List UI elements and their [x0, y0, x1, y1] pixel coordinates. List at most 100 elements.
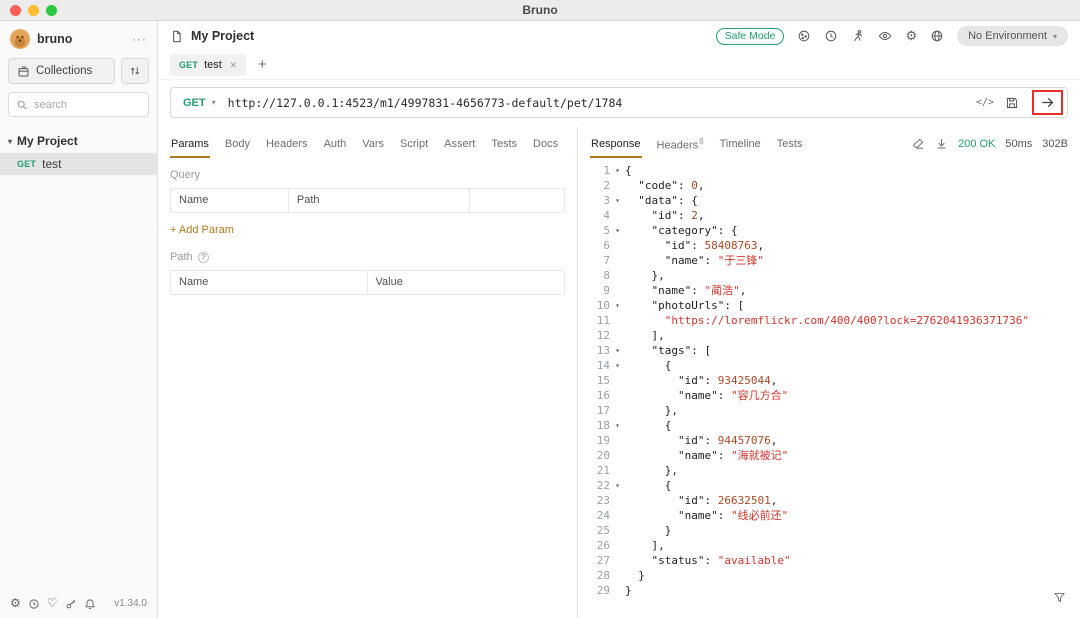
- fold-spacer: [610, 448, 625, 463]
- headers-count-badge: 8: [699, 137, 703, 146]
- close-window-button[interactable]: [10, 5, 21, 16]
- fold-toggle-icon[interactable]: ▾: [610, 343, 625, 358]
- request-tab-assert[interactable]: Assert: [443, 129, 476, 158]
- line-number: 12: [584, 328, 610, 343]
- clear-response-icon[interactable]: [912, 137, 925, 150]
- line-number: 21: [584, 463, 610, 478]
- request-tab-body[interactable]: Body: [224, 129, 251, 158]
- url-row: GET ▾ </>: [158, 80, 1080, 127]
- code-text: {: [625, 358, 671, 373]
- line-number: 3: [584, 193, 610, 208]
- table-header-cell: Name: [171, 189, 289, 212]
- filter-response-icon[interactable]: [1053, 591, 1066, 604]
- cookie-icon[interactable]: [797, 29, 811, 43]
- url-input[interactable]: [228, 96, 968, 110]
- fold-toggle-icon[interactable]: ▾: [610, 193, 625, 208]
- bell-icon[interactable]: [84, 598, 96, 610]
- workspace-menu-button[interactable]: ···: [132, 32, 147, 46]
- fold-spacer: [610, 208, 625, 223]
- fold-toggle-icon[interactable]: ▾: [610, 163, 625, 178]
- gear-icon[interactable]: ⚙: [905, 28, 917, 44]
- request-tab-headers[interactable]: Headers: [265, 129, 309, 158]
- add-param-button[interactable]: + Add Param: [170, 224, 234, 236]
- method-dropdown[interactable]: GET ▾: [171, 97, 228, 109]
- line-number: 7: [584, 253, 610, 268]
- window-controls: [10, 5, 57, 16]
- minimize-window-button[interactable]: [28, 5, 39, 16]
- fold-spacer: [610, 538, 625, 553]
- code-text: "name": "海就被记": [625, 448, 788, 463]
- response-tab-headers[interactable]: Headers8: [656, 128, 705, 160]
- request-tab-auth[interactable]: Auth: [323, 129, 348, 158]
- tab-name-label: test: [204, 59, 222, 71]
- path-section-label: Path ?: [170, 251, 565, 263]
- request-pane: Params Body Headers Auth Vars Script Assert Tes…: [158, 127, 577, 618]
- fold-toggle-icon[interactable]: ▾: [610, 358, 625, 373]
- code-line: 14▾ {: [584, 358, 1080, 373]
- code-line: 24 "name": "线必前还": [584, 508, 1080, 523]
- line-number: 29: [584, 583, 610, 598]
- sidebar-request-item[interactable]: GETtest: [0, 153, 157, 175]
- save-request-icon[interactable]: [1005, 96, 1019, 110]
- history-clock-icon[interactable]: [28, 598, 40, 610]
- clock-icon[interactable]: [824, 29, 838, 43]
- code-text: },: [625, 268, 665, 283]
- request-tab-params[interactable]: Params: [170, 129, 210, 158]
- workspace-name[interactable]: bruno: [37, 32, 125, 46]
- line-number: 27: [584, 553, 610, 568]
- key-icon[interactable]: [65, 598, 77, 610]
- environment-selector[interactable]: No Environment ▾: [957, 26, 1068, 46]
- sort-collections-button[interactable]: [121, 58, 149, 84]
- line-number: 24: [584, 508, 610, 523]
- line-number: 9: [584, 283, 610, 298]
- new-tab-button[interactable]: +: [258, 58, 267, 72]
- zoom-window-button[interactable]: [46, 5, 57, 16]
- search-input[interactable]: [34, 99, 141, 111]
- request-tab-docs[interactable]: Docs: [532, 129, 559, 158]
- fold-toggle-icon[interactable]: ▾: [610, 418, 625, 433]
- fold-spacer: [610, 238, 625, 253]
- download-response-icon[interactable]: [935, 137, 948, 150]
- collection-file-icon: [170, 30, 183, 43]
- query-params-table: NamePath: [170, 188, 565, 213]
- response-tab-response[interactable]: Response: [590, 129, 642, 158]
- fold-toggle-icon[interactable]: ▾: [610, 298, 625, 313]
- fold-spacer: [610, 553, 625, 568]
- code-line: 26 ],: [584, 538, 1080, 553]
- response-tab-tests[interactable]: Tests: [776, 129, 804, 158]
- sidebar-collection-my-project[interactable]: ▾ My Project: [0, 127, 157, 153]
- method-label: GET: [183, 97, 206, 109]
- settings-gear-icon[interactable]: ⚙: [10, 597, 21, 610]
- request-tab-vars[interactable]: Vars: [361, 129, 385, 158]
- code-line: 28 }: [584, 568, 1080, 583]
- search-row: [0, 92, 157, 127]
- request-tab-script[interactable]: Script: [399, 129, 429, 158]
- heart-icon[interactable]: ♡: [47, 597, 58, 610]
- code-text: }: [625, 523, 671, 538]
- code-text: "id": 58408763,: [625, 238, 764, 253]
- line-number: 18: [584, 418, 610, 433]
- line-number: 11: [584, 313, 610, 328]
- fold-toggle-icon[interactable]: ▾: [610, 478, 625, 493]
- close-tab-icon[interactable]: ×: [230, 58, 237, 72]
- code-line: 19 "id": 94457076,: [584, 433, 1080, 448]
- generate-code-button[interactable]: </>: [976, 97, 994, 108]
- request-tab-test[interactable]: GET test ×: [170, 54, 246, 76]
- request-tab-tests[interactable]: Tests: [490, 129, 518, 158]
- environment-label: No Environment: [968, 30, 1047, 42]
- code-line: 18▾ {: [584, 418, 1080, 433]
- response-toolbar: ResponseHeaders8TimelineTests 200 OK 50m…: [578, 127, 1080, 160]
- safe-mode-badge[interactable]: Safe Mode: [716, 28, 785, 45]
- code-line: 7 "name": "于三锋": [584, 253, 1080, 268]
- code-text: "tags": [: [625, 343, 711, 358]
- code-text: }: [625, 583, 632, 598]
- send-request-button[interactable]: [1040, 95, 1055, 110]
- globe-icon[interactable]: [930, 29, 944, 43]
- line-number: 14: [584, 358, 610, 373]
- collections-toggle[interactable]: Collections: [8, 58, 115, 84]
- fold-toggle-icon[interactable]: ▾: [610, 223, 625, 238]
- request-method-label: GET: [17, 159, 36, 169]
- response-tab-timeline[interactable]: Timeline: [719, 129, 762, 158]
- runner-icon[interactable]: [851, 29, 865, 43]
- eye-icon[interactable]: [878, 29, 892, 43]
